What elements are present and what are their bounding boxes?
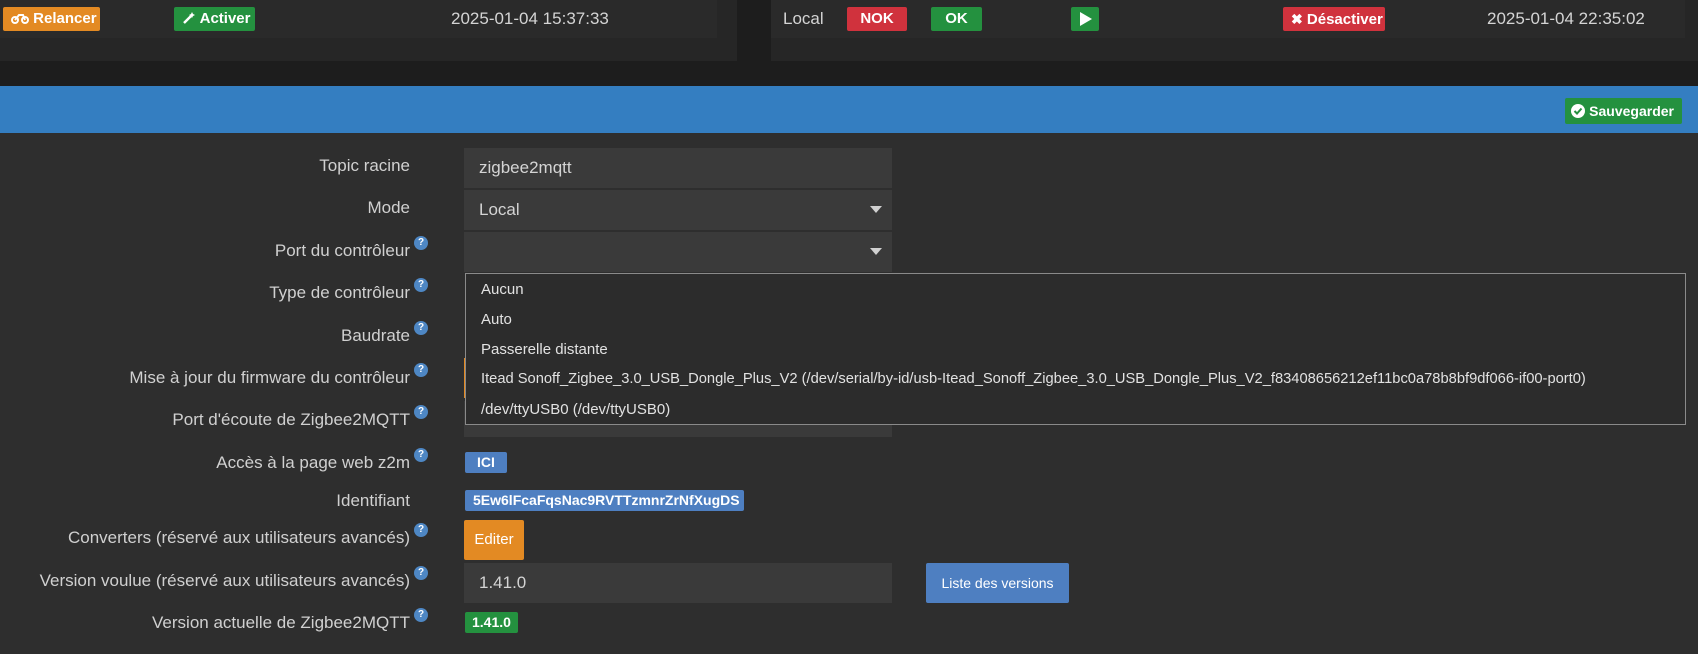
save-label: Sauvegarder bbox=[1589, 103, 1674, 119]
port-select[interactable] bbox=[464, 232, 892, 272]
chevron-down-icon bbox=[870, 206, 882, 213]
timestamp-left: 2025-01-04 15:37:33 bbox=[451, 9, 609, 28]
check-circle-icon bbox=[1571, 103, 1589, 119]
mode-value: Local bbox=[479, 200, 520, 219]
config-header-bar: Sauvegarder bbox=[0, 86, 1698, 133]
help-icon[interactable]: ? bbox=[414, 566, 428, 580]
status-row-left: Relancer Activer 2025-01-04 15:37:33 bbox=[0, 0, 717, 38]
dropdown-option[interactable]: Itead Sonoff_Zigbee_3.0_USB_Dongle_Plus_… bbox=[481, 371, 1586, 387]
id-badge: 5Ew6lFcaFqsNac9RVTTzmnrZrNfXugDS bbox=[465, 490, 744, 511]
help-icon[interactable]: ? bbox=[414, 523, 428, 537]
mode-text: Local bbox=[783, 9, 824, 28]
save-button[interactable]: Sauvegarder bbox=[1565, 98, 1682, 124]
web-access-label: Accès à la page web z2m bbox=[216, 453, 410, 472]
dropdown-option[interactable]: Passerelle distante bbox=[481, 341, 608, 358]
versions-list-button[interactable]: Liste des versions bbox=[926, 563, 1069, 603]
dropdown-option[interactable]: /dev/ttyUSB0 (/dev/ttyUSB0) bbox=[481, 401, 670, 418]
chevron-down-icon bbox=[870, 248, 882, 255]
mode-label: Mode bbox=[367, 198, 410, 217]
version-wanted-input[interactable]: 1.41.0 bbox=[464, 563, 892, 603]
listen-port-label: Port d'écoute de Zigbee2MQTT bbox=[172, 410, 410, 429]
dropdown-option[interactable]: Aucun bbox=[481, 281, 524, 298]
port-dropdown-list: Aucun Auto Passerelle distante Itead Son… bbox=[465, 273, 1686, 425]
id-label: Identifiant bbox=[336, 491, 410, 510]
desactiver-button[interactable]: ✖ Désactiver bbox=[1283, 7, 1385, 31]
help-icon[interactable]: ? bbox=[414, 405, 428, 419]
close-icon: ✖ bbox=[1291, 11, 1303, 27]
baudrate-label: Baudrate bbox=[341, 326, 410, 345]
current-version-badge: 1.41.0 bbox=[465, 612, 518, 633]
firmware-label: Mise à jour du firmware du contrôleur bbox=[129, 368, 410, 387]
port-label: Port du contrôleur bbox=[274, 241, 410, 260]
help-icon[interactable]: ? bbox=[414, 236, 428, 250]
dropdown-option[interactable]: Auto bbox=[481, 311, 512, 328]
help-icon[interactable]: ? bbox=[414, 278, 428, 292]
converters-edit-button[interactable]: Editer bbox=[464, 520, 524, 560]
relancer-label: Relancer bbox=[33, 10, 97, 27]
nok-badge: NOK bbox=[847, 7, 907, 31]
mode-select[interactable]: Local bbox=[464, 190, 892, 230]
activer-button[interactable]: Activer bbox=[174, 7, 255, 31]
status-row-right: Local NOK OK ✖ Désactiver 2025-01-04 22:… bbox=[771, 0, 1685, 38]
activer-label: Activer bbox=[199, 10, 251, 27]
topic-input[interactable]: zigbee2mqtt bbox=[464, 148, 892, 188]
relancer-button[interactable]: Relancer bbox=[3, 7, 100, 31]
web-access-link[interactable]: ICI bbox=[465, 452, 507, 473]
motorcycle-icon bbox=[11, 10, 33, 27]
help-icon[interactable]: ? bbox=[414, 608, 428, 622]
topic-label: Topic racine bbox=[319, 156, 410, 175]
ok-badge: OK bbox=[931, 7, 982, 31]
play-icon bbox=[1071, 12, 1099, 35]
help-icon[interactable]: ? bbox=[414, 363, 428, 377]
help-icon[interactable]: ? bbox=[414, 321, 428, 335]
help-icon[interactable]: ? bbox=[414, 448, 428, 462]
status-panel-right: Local NOK OK ✖ Désactiver 2025-01-04 22:… bbox=[771, 0, 1698, 61]
type-label: Type de contrôleur bbox=[269, 283, 410, 302]
current-version-label: Version actuelle de Zigbee2MQTT bbox=[152, 613, 410, 632]
status-panel-left: Relancer Activer 2025-01-04 15:37:33 bbox=[0, 0, 737, 61]
start-button[interactable] bbox=[1071, 7, 1099, 31]
desactiver-label: Désactiver bbox=[1306, 11, 1383, 28]
version-wanted-label: Version voulue (réservé aux utilisateurs… bbox=[39, 571, 410, 590]
magic-wand-icon bbox=[182, 10, 200, 27]
converters-label: Converters (réservé aux utilisateurs ava… bbox=[67, 528, 410, 547]
timestamp-right: 2025-01-04 22:35:02 bbox=[1487, 9, 1645, 28]
